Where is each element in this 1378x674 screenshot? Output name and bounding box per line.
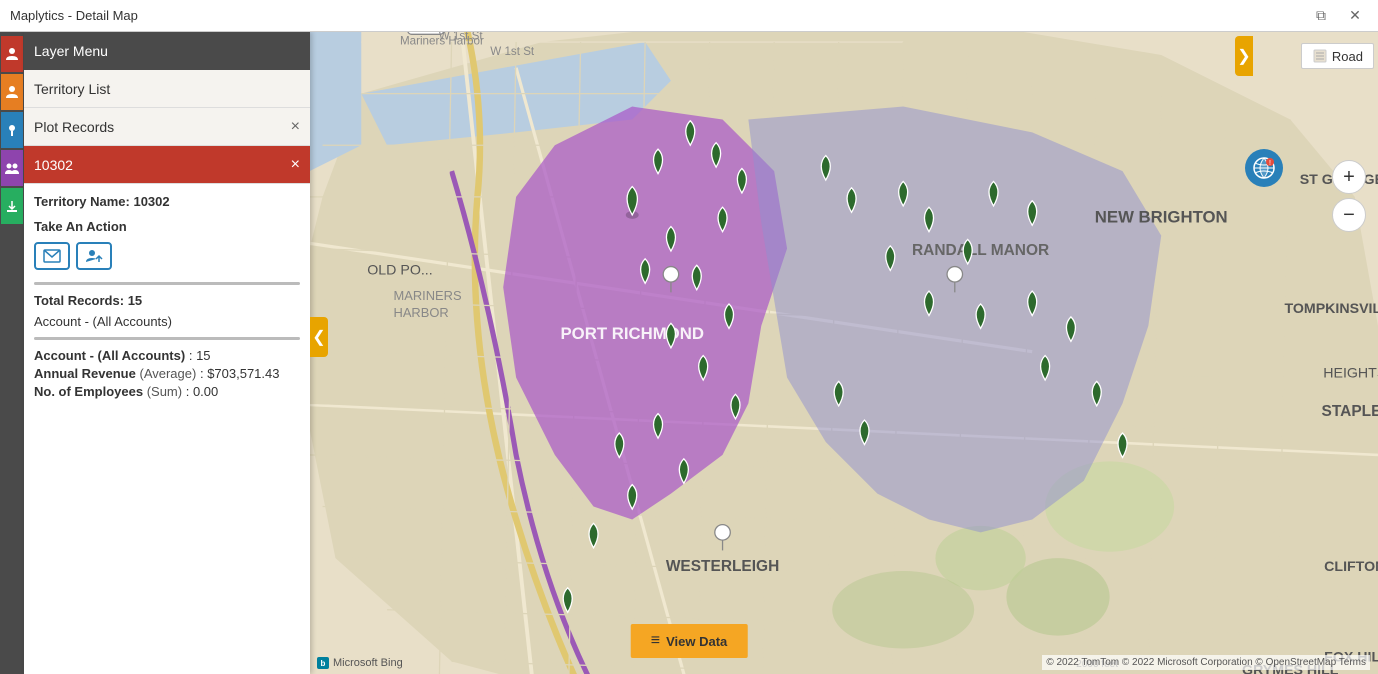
stat-account: Account - (All Accounts) : 15 xyxy=(34,348,300,363)
app-title: Maplytics - Detail Map xyxy=(10,8,1308,23)
divider-1 xyxy=(34,282,300,285)
layer-menu-label: Layer Menu xyxy=(34,43,108,59)
stat-employees: No. of Employees (Sum) : 0.00 xyxy=(34,384,300,399)
total-records-line: Total Records: 15 xyxy=(34,293,300,308)
stat2-subkey: (Average) xyxy=(139,366,196,381)
close-button[interactable]: ✕ xyxy=(1342,6,1368,26)
svg-text:OLD PO...: OLD PO... xyxy=(367,262,432,278)
svg-text:RANDALL MANOR: RANDALL MANOR xyxy=(912,242,1049,259)
zoom-in-button[interactable]: + xyxy=(1332,160,1366,194)
stat1-suffix: : xyxy=(189,348,193,363)
collapse-arrow: ❮ xyxy=(312,327,325,347)
total-records-label: Total Records: xyxy=(34,293,124,308)
zoom-controls: + − xyxy=(1332,160,1366,232)
territory-name-label: Territory Name: xyxy=(34,194,130,209)
stat1-value: 15 xyxy=(196,348,210,363)
total-records-value: 15 xyxy=(128,293,142,308)
svg-text:b: b xyxy=(321,659,326,668)
plot-records-close[interactable]: × xyxy=(291,118,300,136)
svg-text:TOMPKINSVILLE: TOMPKINSVILLE xyxy=(1284,301,1378,317)
road-view-button[interactable]: Road xyxy=(1301,43,1374,69)
svg-text:NEW BRIGHTON: NEW BRIGHTON xyxy=(1095,208,1228,227)
road-label: Road xyxy=(1332,49,1363,64)
divider-2 xyxy=(34,337,300,340)
rail-icon-territory[interactable] xyxy=(1,74,23,110)
rail-icon-group[interactable] xyxy=(1,150,23,186)
bing-label: Microsoft Bing xyxy=(333,657,403,669)
territory-list-label: Territory List xyxy=(34,81,300,97)
assign-action-btn[interactable] xyxy=(76,242,112,270)
map-attribution: © 2022 TomTom © 2022 Microsoft Corporati… xyxy=(1042,655,1370,670)
top-right-controls: ❯ ! Road xyxy=(1231,32,1378,80)
svg-text:PORT RICHMOND: PORT RICHMOND xyxy=(561,324,704,343)
svg-text:Mariners Harbor: Mariners Harbor xyxy=(400,35,484,48)
action-icons xyxy=(34,242,300,270)
bing-logo: b Microsoft Bing xyxy=(316,656,403,670)
svg-text:HARBOR: HARBOR xyxy=(394,305,449,320)
stat3-key: No. of Employees xyxy=(34,384,143,399)
territory-detail: Territory Name: 10302 Take An Action xyxy=(24,184,310,674)
window-controls: ⧉ ✕ xyxy=(1308,6,1368,26)
stat3-value: 0.00 xyxy=(193,384,218,399)
collapse-sidebar-button[interactable]: ❮ xyxy=(310,317,328,357)
view-data-icon: ≡ xyxy=(651,632,660,650)
svg-text:WESTERLEIGH: WESTERLEIGH xyxy=(666,558,779,575)
rail-icon-person[interactable] xyxy=(1,36,23,72)
take-action-title: Take An Action xyxy=(34,219,300,234)
account-filter-label: Account - (All Accounts) xyxy=(34,314,300,329)
sidebar: Layer Menu Territory List Plot Records ×… xyxy=(0,32,310,674)
svg-text:MARINERS: MARINERS xyxy=(394,288,462,303)
territory-name-line: Territory Name: 10302 xyxy=(34,194,300,209)
rail-icon-plot[interactable] xyxy=(1,112,23,148)
restore-button[interactable]: ⧉ xyxy=(1308,6,1334,26)
expand-arrow: ❯ xyxy=(1237,46,1250,66)
plot-records-label: Plot Records xyxy=(34,119,291,135)
stat1-key: Account - (All Accounts) xyxy=(34,348,185,363)
globe-icon[interactable]: ! xyxy=(1245,149,1283,187)
active-territory-row[interactable]: 10302 × xyxy=(24,146,310,184)
stat3-subkey: (Sum) xyxy=(147,384,182,399)
view-data-label: View Data xyxy=(666,634,727,649)
titlebar: Maplytics - Detail Map ⧉ ✕ xyxy=(0,0,1378,32)
rail-icon-download[interactable] xyxy=(1,188,23,224)
expand-button[interactable]: ❯ xyxy=(1235,36,1253,76)
stat2-value: $703,571.43 xyxy=(207,366,279,381)
svg-text:W 1st St: W 1st St xyxy=(490,45,535,58)
zoom-out-button[interactable]: − xyxy=(1332,198,1366,232)
territory-list-row[interactable]: Territory List xyxy=(24,70,310,108)
svg-text:!: ! xyxy=(1269,160,1271,167)
stat-revenue: Annual Revenue (Average) : $703,571.43 xyxy=(34,366,300,381)
stat2-key: Annual Revenue xyxy=(34,366,136,381)
active-territory-close[interactable]: × xyxy=(291,156,300,174)
icon-rail xyxy=(0,32,24,674)
svg-text:STAPLETON: STAPLETON xyxy=(1322,403,1378,420)
email-action-btn[interactable] xyxy=(34,242,70,270)
svg-text:HEIGHTS: HEIGHTS xyxy=(1323,366,1378,382)
active-territory-id: 10302 xyxy=(34,157,291,173)
territory-name-value: 10302 xyxy=(133,194,169,209)
plot-records-row[interactable]: Plot Records × xyxy=(24,108,310,146)
svg-text:CLIFTON: CLIFTON xyxy=(1324,559,1378,575)
view-data-button[interactable]: ≡ View Data xyxy=(631,624,748,658)
panel: Layer Menu Territory List Plot Records ×… xyxy=(24,32,310,674)
layer-menu-row[interactable]: Layer Menu xyxy=(24,32,310,70)
